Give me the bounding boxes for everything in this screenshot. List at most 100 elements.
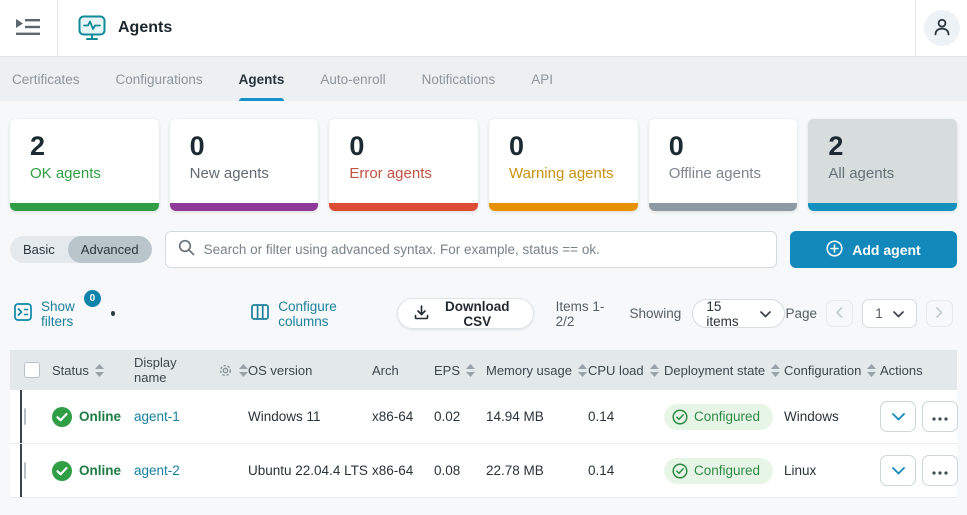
column-header-deployment[interactable]: Deployment state (664, 363, 784, 378)
stat-card-warning-agents[interactable]: 0 Warning agents (489, 119, 638, 211)
agent-name-link[interactable]: agent-2 (134, 463, 180, 478)
expand-row-button[interactable] (880, 455, 916, 486)
search-mode-toggle: Basic Advanced (10, 236, 152, 263)
table-row-agent-2: Online agent-2 Ubuntu 22.04.4 LTS x86-64… (10, 444, 958, 498)
next-page-button[interactable] (926, 300, 954, 327)
stat-card-ok-agents[interactable]: 2 OK agents (10, 119, 159, 211)
sort-icon (771, 363, 781, 377)
page-size-select[interactable]: 15 items (692, 299, 786, 329)
search-input[interactable] (203, 242, 764, 257)
deployment-state-text: Configured (694, 463, 761, 478)
deployment-state-text: Configured (694, 409, 761, 424)
user-menu-button[interactable] (923, 10, 960, 46)
tab-api[interactable]: API (531, 57, 553, 101)
stat-value: 0 (668, 131, 684, 161)
chevron-right-icon (936, 306, 943, 321)
memory-cell: 22.78 MB (486, 463, 544, 478)
cpu-cell: 0.14 (588, 463, 615, 478)
stat-card-error-agents[interactable]: 0 Error agents (329, 119, 479, 211)
sort-icon (577, 363, 587, 377)
search-box (164, 231, 777, 268)
cpu-cell: 0.14 (588, 409, 615, 424)
stat-color-bar (10, 203, 159, 211)
table-toolbar: Show filters 0 Configure columns Downloa… (0, 268, 967, 329)
gear-icon (220, 364, 232, 376)
tab-notifications[interactable]: Notifications (422, 57, 496, 101)
filters-panel-icon (14, 303, 32, 324)
stat-label: Warning agents (509, 164, 614, 182)
columns-icon (251, 304, 270, 323)
search-mode-basic[interactable]: Basic (10, 236, 68, 263)
search-icon (178, 239, 195, 261)
tab-auto-enroll[interactable]: Auto-enroll (320, 57, 385, 101)
status-online-icon (52, 406, 72, 427)
row-menu-button[interactable] (922, 401, 958, 432)
column-header-configuration[interactable]: Configuration (784, 363, 880, 378)
agent-name-link[interactable]: agent-1 (134, 409, 180, 424)
row-menu-button[interactable] (922, 455, 958, 486)
stat-label: OK agents (30, 164, 101, 182)
column-header-eps[interactable]: EPS (434, 363, 486, 378)
status-text: Online (79, 463, 122, 478)
stat-color-bar (648, 203, 798, 211)
app-header: Agents (0, 0, 967, 57)
stat-value: 0 (509, 131, 525, 161)
sort-icon (867, 363, 877, 377)
configuration-cell: Windows (784, 409, 839, 424)
stat-value: 0 (349, 131, 365, 161)
configuration-cell: Linux (784, 463, 817, 478)
search-mode-advanced[interactable]: Advanced (67, 236, 152, 263)
status-cell: Online (52, 460, 134, 481)
stat-label: All agents (828, 164, 895, 182)
column-header-memory[interactable]: Memory usage (486, 363, 588, 378)
sidebar-toggle-button[interactable] (0, 0, 58, 56)
show-filters-button[interactable]: Show filters 0 (14, 289, 101, 329)
column-header-actions: Actions (880, 362, 923, 378)
stats-cards-row: 2 OK agents 0 New agents 0 Error agents … (0, 101, 967, 211)
row-checkbox[interactable] (24, 462, 26, 479)
memory-cell: 14.94 MB (486, 409, 544, 424)
expand-row-button[interactable] (880, 401, 916, 432)
select-all-checkbox[interactable] (24, 362, 40, 378)
pagination-group: Page 1 (785, 299, 954, 328)
eps-cell: 0.08 (434, 463, 461, 478)
table-header-row: Status Display name OS version Arch EPS (10, 350, 957, 390)
chevron-down-icon (891, 409, 905, 424)
column-header-arch[interactable]: Arch (372, 363, 434, 378)
page-number-select[interactable]: 1 (862, 299, 918, 328)
sort-icon (239, 363, 248, 377)
configure-columns-button[interactable]: Configure columns (251, 299, 371, 329)
download-csv-button[interactable]: Download CSV (396, 298, 534, 329)
page-label: Page (785, 306, 818, 321)
stat-card-all-agents[interactable]: 2 All agents (808, 119, 958, 211)
eps-cell: 0.02 (434, 409, 461, 424)
status-text: Online (79, 409, 122, 424)
page-title: Agents (118, 19, 173, 36)
stat-color-bar (489, 203, 638, 211)
tab-agents[interactable]: Agents (238, 57, 284, 101)
stat-label: New agents (189, 164, 269, 182)
column-header-status[interactable]: Status (52, 363, 134, 378)
add-agent-button[interactable]: Add agent (790, 231, 957, 268)
column-header-os-version[interactable]: OS version (248, 363, 372, 378)
tab-certificates[interactable]: Certificates (12, 57, 80, 101)
previous-page-button[interactable] (826, 300, 854, 327)
app-root: Agents Certificates Configurations Agent… (0, 0, 967, 498)
stat-value: 2 (30, 131, 46, 161)
deployment-state-badge: Configured (664, 403, 774, 430)
stat-card-new-agents[interactable]: 0 New agents (169, 119, 319, 211)
showing-label: Showing (629, 306, 682, 321)
column-header-display-name[interactable]: Display name (134, 355, 248, 385)
stat-label: Offline agents (668, 164, 761, 182)
stat-value: 2 (828, 131, 844, 161)
row-checkbox[interactable] (24, 408, 26, 425)
plus-circle-icon (826, 239, 843, 260)
os-version-cell: Ubuntu 22.04.4 LTS (248, 463, 368, 478)
page-number-value: 1 (875, 306, 883, 321)
stat-card-offline-agents[interactable]: 0 Offline agents (648, 119, 798, 211)
tab-configurations[interactable]: Configurations (116, 57, 203, 101)
chevron-down-icon (760, 306, 772, 321)
agents-table: Status Display name OS version Arch EPS (10, 350, 958, 498)
column-header-cpu[interactable]: CPU load (588, 363, 664, 378)
os-version-cell: Windows 11 (248, 409, 321, 424)
